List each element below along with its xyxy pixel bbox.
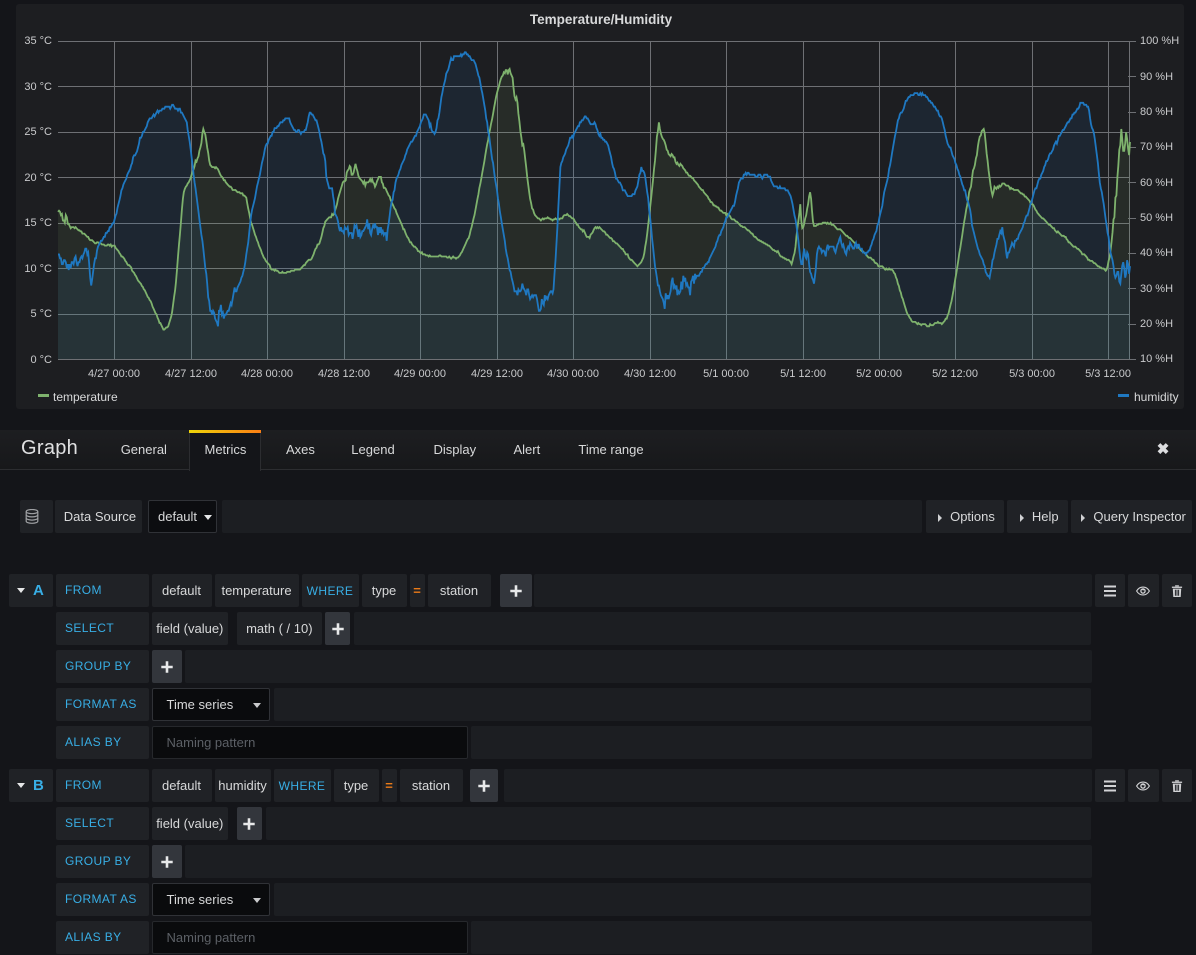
- svg-text:35 °C: 35 °C: [24, 35, 52, 47]
- svg-text:5/1 12:00: 5/1 12:00: [780, 368, 826, 380]
- svg-text:90 %H: 90 %H: [1140, 71, 1173, 83]
- svg-text:4/27 12:00: 4/27 12:00: [165, 368, 217, 380]
- svg-text:30 °C: 30 °C: [24, 81, 52, 93]
- svg-text:40 %H: 40 %H: [1140, 247, 1173, 259]
- svg-text:humidity: humidity: [1134, 390, 1179, 404]
- svg-text:70 %H: 70 %H: [1140, 141, 1173, 153]
- svg-text:5/2 00:00: 5/2 00:00: [856, 368, 902, 380]
- svg-text:4/30 00:00: 4/30 00:00: [547, 368, 599, 380]
- svg-text:20 °C: 20 °C: [24, 172, 52, 184]
- svg-text:50 %H: 50 %H: [1140, 212, 1173, 224]
- svg-text:4/28 12:00: 4/28 12:00: [318, 368, 370, 380]
- svg-text:5/2 12:00: 5/2 12:00: [932, 368, 978, 380]
- svg-text:100 %H: 100 %H: [1140, 35, 1179, 47]
- svg-text:60 %H: 60 %H: [1140, 177, 1173, 189]
- svg-text:5/1 00:00: 5/1 00:00: [703, 368, 749, 380]
- svg-text:20 %H: 20 %H: [1140, 318, 1173, 330]
- svg-text:4/30 12:00: 4/30 12:00: [624, 368, 676, 380]
- svg-text:10 °C: 10 °C: [24, 263, 52, 275]
- svg-text:80 %H: 80 %H: [1140, 106, 1173, 118]
- svg-text:30 %H: 30 %H: [1140, 283, 1173, 295]
- svg-text:15 °C: 15 °C: [24, 217, 52, 229]
- svg-text:4/28 00:00: 4/28 00:00: [241, 368, 293, 380]
- svg-text:5/3 12:00: 5/3 12:00: [1085, 368, 1131, 380]
- svg-text:4/29 00:00: 4/29 00:00: [394, 368, 446, 380]
- svg-text:4/27 00:00: 4/27 00:00: [88, 368, 140, 380]
- svg-text:Temperature/Humidity: Temperature/Humidity: [530, 12, 673, 27]
- svg-text:5 °C: 5 °C: [30, 308, 52, 320]
- svg-text:0 °C: 0 °C: [30, 354, 52, 366]
- svg-text:4/29 12:00: 4/29 12:00: [471, 368, 523, 380]
- svg-text:25 °C: 25 °C: [24, 126, 52, 138]
- svg-text:temperature: temperature: [53, 390, 118, 404]
- svg-text:10 %H: 10 %H: [1140, 353, 1173, 365]
- svg-text:5/3 00:00: 5/3 00:00: [1009, 368, 1055, 380]
